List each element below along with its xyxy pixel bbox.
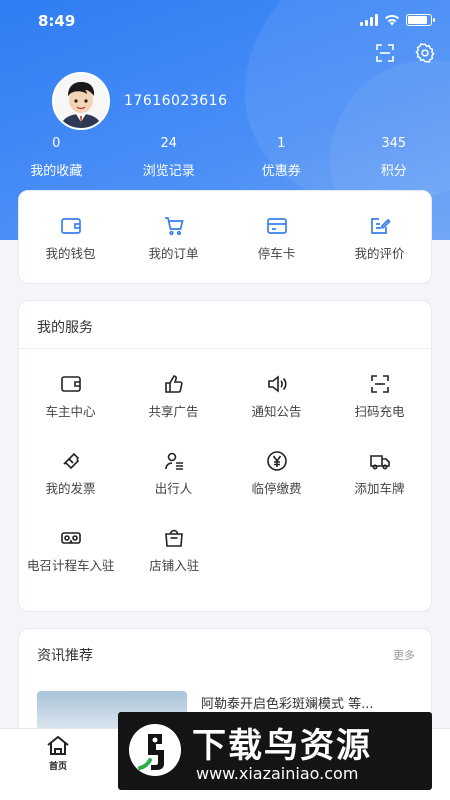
wallet-icon (60, 373, 82, 395)
stat-value: 1 (277, 136, 286, 151)
service-label: 车主中心 (45, 404, 96, 419)
services-card: 我的服务 车主中心 共享广告 通知公告 扫码充电 我的发票 出行人 临停缴费 添… (18, 300, 432, 612)
service-label: 临停缴费 (251, 481, 302, 496)
stats-row: 0 我的收藏 24 浏览记录 1 优惠券 345 积分 (0, 136, 450, 179)
stat-label: 我的收藏 (30, 164, 83, 179)
service-add-plate[interactable]: 添加车牌 (328, 450, 431, 499)
yen-icon (266, 450, 288, 472)
scan-icon[interactable] (374, 42, 396, 64)
watermark-banner: 下载鸟资源 www.xiazainiao.com (118, 712, 432, 790)
user-phone: 17616023616 (124, 93, 228, 109)
quick-actions-card: 我的钱包 我的订单 停车卡 我的评价 (18, 190, 432, 284)
service-store-onboarding[interactable]: 店铺入驻 (123, 527, 227, 576)
quick-item-label: 我的订单 (148, 246, 199, 261)
quick-item-reviews[interactable]: 我的评价 (328, 215, 431, 264)
home-icon (45, 733, 71, 759)
truck-icon (369, 450, 391, 472)
speaker-icon (266, 373, 288, 395)
service-label: 扫码充电 (354, 404, 405, 419)
stat-label: 浏览记录 (142, 164, 195, 179)
tab-home[interactable]: 首页 (38, 733, 78, 772)
tab-home-label: 首页 (48, 762, 67, 772)
stat-points[interactable]: 345 积分 (338, 136, 450, 179)
status-time: 8:49 (38, 12, 76, 30)
quick-item-label: 我的钱包 (45, 246, 96, 261)
service-taxi-onboarding[interactable]: 电召计程车入驻 (19, 527, 123, 576)
news-title: 资讯推荐 (37, 648, 93, 664)
services-title: 我的服务 (19, 301, 431, 349)
service-label: 添加车牌 (354, 481, 405, 496)
news-more-link[interactable]: 更多 (393, 647, 415, 663)
battery-icon (406, 14, 435, 26)
cart-icon (163, 215, 185, 237)
service-label: 电召计程车入驻 (27, 558, 115, 573)
stat-favorites[interactable]: 0 我的收藏 (0, 136, 113, 179)
quick-item-parking-card[interactable]: 停车卡 (225, 215, 328, 264)
service-shared-ads[interactable]: 共享广告 (122, 373, 225, 422)
stat-value: 24 (160, 136, 178, 151)
stat-value: 0 (52, 136, 61, 151)
service-temp-parking-payment[interactable]: 临停缴费 (225, 450, 328, 499)
quick-item-label: 我的评价 (354, 246, 405, 261)
service-travelers[interactable]: 出行人 (122, 450, 225, 499)
quick-item-orders[interactable]: 我的订单 (122, 215, 225, 264)
thumbs-up-icon (163, 373, 185, 395)
shopping-bag-icon (163, 527, 185, 549)
watermark-url: www.xiazainiao.com (196, 764, 359, 783)
stat-history[interactable]: 24 浏览记录 (113, 136, 226, 179)
stat-coupons[interactable]: 1 优惠券 (225, 136, 338, 179)
scan-icon (369, 373, 391, 395)
quick-item-wallet[interactable]: 我的钱包 (19, 215, 122, 264)
ticket-icon (60, 450, 82, 472)
gear-icon[interactable] (414, 42, 436, 64)
service-notices[interactable]: 通知公告 (225, 373, 328, 422)
service-label: 共享广告 (148, 404, 199, 419)
status-bar: 8:49 (0, 0, 450, 44)
person-list-icon (163, 450, 185, 472)
stat-value: 345 (381, 136, 407, 151)
wifi-icon (385, 14, 399, 26)
stat-label: 优惠券 (261, 164, 301, 179)
quick-item-label: 停车卡 (257, 246, 296, 261)
bird-logo-icon (126, 720, 184, 782)
signal-icon (360, 14, 378, 26)
card-icon (266, 215, 288, 237)
vr-glasses-icon (60, 527, 82, 549)
avatar[interactable] (52, 72, 110, 130)
stat-label: 积分 (380, 164, 407, 179)
service-label: 通知公告 (251, 404, 302, 419)
service-owner-center[interactable]: 车主中心 (19, 373, 122, 422)
wallet-icon (60, 215, 82, 237)
service-label: 店铺入驻 (149, 558, 200, 573)
service-label: 我的发票 (45, 481, 96, 496)
watermark-title: 下载鸟资源 (192, 726, 372, 766)
edit-icon (369, 215, 391, 237)
service-scan-charge[interactable]: 扫码充电 (328, 373, 431, 422)
service-label: 出行人 (154, 481, 193, 496)
service-invoices[interactable]: 我的发票 (19, 450, 122, 499)
